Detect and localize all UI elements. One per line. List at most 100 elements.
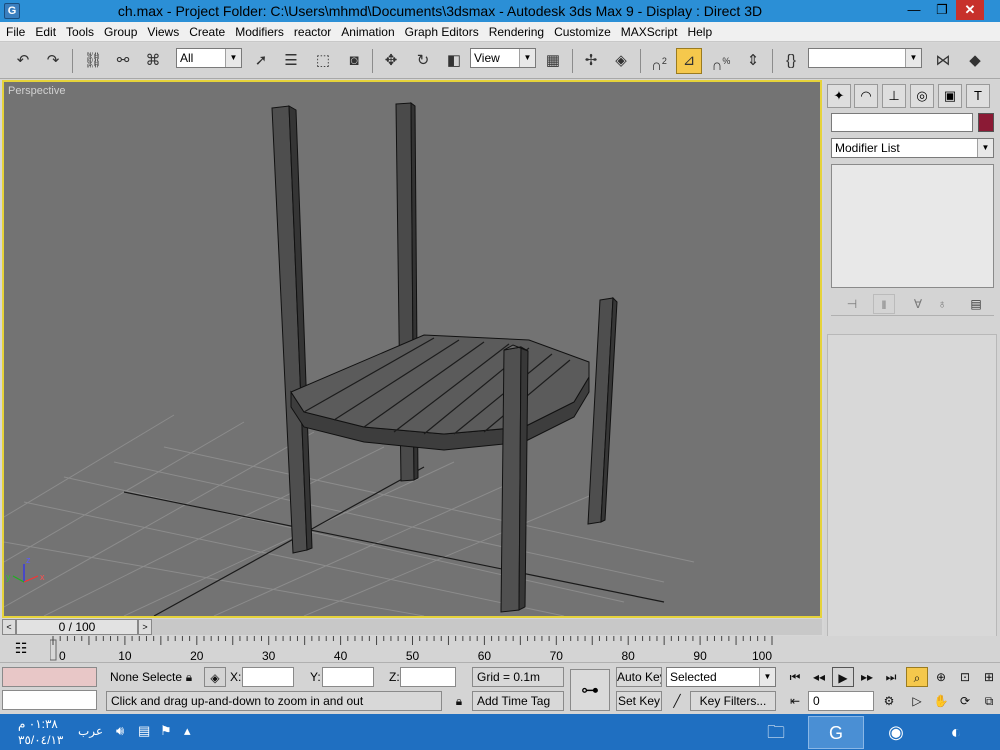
- percent-snap-icon[interactable]: ∩%: [708, 48, 734, 74]
- set-key-big-icon[interactable]: ⊶: [570, 669, 610, 711]
- menu-maxscript[interactable]: MAXScript: [616, 22, 683, 42]
- menu-reactor[interactable]: reactor: [289, 22, 336, 42]
- chrome-icon[interactable]: ◉: [868, 716, 924, 749]
- menu-animation[interactable]: Animation: [336, 22, 399, 42]
- key-mode-toggle-icon[interactable]: ⇤: [784, 691, 806, 711]
- select-and-link-icon[interactable]: ⛓: [80, 48, 106, 74]
- x-coordinate-field[interactable]: [242, 667, 294, 687]
- menu-customize[interactable]: Customize: [549, 22, 616, 42]
- unlink-icon[interactable]: ⚯: [110, 48, 136, 74]
- menu-file[interactable]: File: [0, 22, 30, 42]
- utilities-tab-icon[interactable]: T: [966, 84, 990, 108]
- time-configuration-icon[interactable]: ⚙: [878, 691, 900, 711]
- select-object-icon[interactable]: ➚: [248, 48, 274, 74]
- pin-stack-icon[interactable]: ⊣: [841, 294, 863, 314]
- y-coordinate-field[interactable]: [322, 667, 374, 687]
- time-slider-next[interactable]: >: [138, 619, 152, 635]
- time-slider-prev[interactable]: <: [2, 619, 16, 635]
- bind-to-space-warp-icon[interactable]: ⌘: [140, 48, 166, 74]
- add-time-tag-button[interactable]: Add Time Tag: [472, 691, 564, 711]
- angle-snap-icon[interactable]: ⊿: [676, 48, 702, 74]
- move-icon[interactable]: ✥: [378, 48, 404, 74]
- remove-modifier-icon[interactable]: ♁: [931, 294, 953, 314]
- menu-graph-editors[interactable]: Graph Editors: [400, 22, 484, 42]
- menu-views[interactable]: Views: [142, 22, 184, 42]
- modify-tab-icon[interactable]: ◠: [854, 84, 878, 108]
- go-to-start-icon[interactable]: ⏮: [784, 667, 806, 687]
- track-ruler[interactable]: 0 10 20 30 40 50 60 70 80 90 100: [50, 636, 778, 663]
- show-hidden-icons-icon[interactable]: ▴: [184, 723, 191, 739]
- key-mode-dropdown[interactable]: Selected ▼: [666, 667, 776, 687]
- show-end-result-icon[interactable]: ‖: [873, 294, 895, 314]
- curve-editor-icon[interactable]: ☷: [8, 640, 34, 660]
- next-frame-icon[interactable]: ▸▸: [856, 667, 878, 687]
- menu-edit[interactable]: Edit: [30, 22, 61, 42]
- named-selection-dropdown[interactable]: ▼: [808, 48, 922, 68]
- window-crossing-icon[interactable]: ◙: [341, 48, 367, 74]
- make-unique-icon[interactable]: ∀: [907, 294, 929, 314]
- use-pivot-center-icon[interactable]: ▦: [540, 48, 566, 74]
- redo-icon[interactable]: ↷: [40, 48, 66, 74]
- object-name-field[interactable]: [831, 113, 973, 132]
- mirror-icon[interactable]: ⋈: [930, 48, 956, 74]
- time-slider[interactable]: < 0 / 100 >: [2, 619, 822, 635]
- maximize-button[interactable]: ❐: [928, 0, 956, 20]
- select-manipulate-icon[interactable]: ✢: [578, 48, 604, 74]
- rectangular-selection-icon[interactable]: ⬚: [310, 48, 336, 74]
- zoom-all-icon[interactable]: ⊕: [930, 667, 952, 687]
- current-frame-field[interactable]: 0: [808, 691, 874, 711]
- close-button[interactable]: ✕: [956, 0, 984, 20]
- modifier-list-dropdown[interactable]: Modifier List ▼: [831, 138, 994, 158]
- auto-key-button[interactable]: Auto Key: [616, 667, 662, 687]
- modifier-stack[interactable]: [831, 164, 994, 288]
- menu-create[interactable]: Create: [184, 22, 230, 42]
- menu-tools[interactable]: Tools: [61, 22, 99, 42]
- system-clock[interactable]: ٠١:٣٨ م ٣٥/٠٤/١٣: [18, 716, 78, 748]
- set-key-button[interactable]: Set Key: [616, 691, 662, 711]
- keyboard-shortcut-override-icon[interactable]: ◈: [608, 48, 634, 74]
- firefox-icon[interactable]: ◐: [928, 716, 984, 749]
- network-icon[interactable]: ▤: [138, 723, 150, 739]
- go-to-end-icon[interactable]: ⏭: [880, 667, 902, 687]
- lock-icon[interactable]: 🔒︎: [448, 691, 470, 711]
- select-by-name-icon[interactable]: ☰: [278, 48, 304, 74]
- spinner-snap-icon[interactable]: ⇕: [740, 48, 766, 74]
- z-coordinate-field[interactable]: [400, 667, 456, 687]
- motion-tab-icon[interactable]: ◎: [910, 84, 934, 108]
- field-of-view-icon[interactable]: ▷: [906, 691, 928, 711]
- undo-icon[interactable]: ↶: [10, 48, 36, 74]
- key-filters-button[interactable]: Key Filters...: [690, 691, 776, 711]
- scale-icon[interactable]: ◧: [441, 48, 467, 74]
- play-icon[interactable]: ▶: [832, 667, 854, 687]
- zoom-extents-all-icon[interactable]: ⊞: [978, 667, 1000, 687]
- 3ds-max-taskbar-icon[interactable]: G: [808, 716, 864, 749]
- configure-sets-icon[interactable]: ▤: [965, 294, 987, 314]
- volume-icon[interactable]: 🔊︎: [116, 723, 124, 739]
- time-slider-thumb[interactable]: 0 / 100: [16, 619, 138, 635]
- action-center-flag-icon[interactable]: ⚑: [160, 723, 172, 739]
- language-indicator[interactable]: عرب: [78, 724, 103, 738]
- maxscript-output-field[interactable]: [2, 690, 97, 710]
- selection-filter-dropdown[interactable]: All ▼: [176, 48, 242, 68]
- perspective-viewport[interactable]: Perspective z x y: [2, 80, 822, 618]
- object-color-swatch[interactable]: [978, 113, 994, 132]
- lock-selection-icon[interactable]: 🔒︎: [178, 667, 200, 687]
- default-in-out-tangent-icon[interactable]: ╱: [666, 691, 688, 711]
- previous-frame-icon[interactable]: ◂◂: [808, 667, 830, 687]
- pan-view-icon[interactable]: ✋: [930, 691, 952, 711]
- menu-rendering[interactable]: Rendering: [484, 22, 549, 42]
- maxscript-listener-field[interactable]: [2, 667, 97, 687]
- menu-help[interactable]: Help: [682, 22, 717, 42]
- arc-rotate-icon[interactable]: ⟳: [954, 691, 976, 711]
- display-tab-icon[interactable]: ▣: [938, 84, 962, 108]
- menu-group[interactable]: Group: [99, 22, 142, 42]
- rotate-icon[interactable]: ↻: [410, 48, 436, 74]
- zoom-icon[interactable]: ⌕: [906, 667, 928, 687]
- hierarchy-tab-icon[interactable]: ⊥: [882, 84, 906, 108]
- minimize-button[interactable]: —: [900, 0, 928, 20]
- file-explorer-icon[interactable]: 🗀: [748, 716, 804, 749]
- 3d-snap-icon[interactable]: ∩2: [646, 48, 672, 74]
- zoom-extents-icon[interactable]: ⊡: [954, 667, 976, 687]
- create-tab-icon[interactable]: ✦: [827, 84, 851, 108]
- maximize-viewport-icon[interactable]: ⧉: [978, 691, 1000, 711]
